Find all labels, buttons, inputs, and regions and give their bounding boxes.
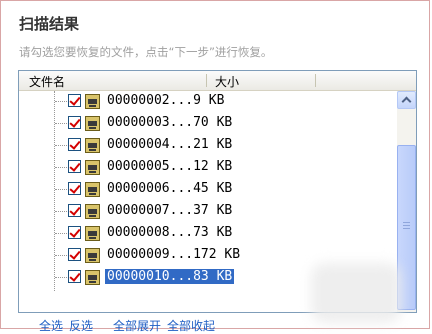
column-divider[interactable] bbox=[206, 74, 207, 87]
tree-guide-line bbox=[55, 233, 69, 234]
file-checkbox[interactable] bbox=[68, 116, 81, 129]
thumb-grip bbox=[403, 225, 410, 226]
file-label[interactable]: 00000007...37 KB bbox=[105, 203, 234, 218]
file-checkbox[interactable] bbox=[68, 270, 81, 283]
file-icon bbox=[85, 204, 100, 219]
file-icon bbox=[85, 138, 100, 153]
file-label[interactable]: 00000003...70 KB bbox=[105, 115, 234, 130]
file-label[interactable]: 00000009...172 KB bbox=[105, 247, 242, 262]
file-icon bbox=[85, 248, 100, 263]
file-icon bbox=[85, 182, 100, 197]
file-label[interactable]: 00000008...73 KB bbox=[105, 225, 234, 240]
tree-guide-line bbox=[55, 277, 69, 278]
tree-file-row[interactable]: 00000008...73 KB bbox=[19, 223, 397, 244]
file-label-selected[interactable]: 00000010...83 KB bbox=[105, 269, 235, 284]
tree-guide-line bbox=[55, 123, 69, 124]
file-icon bbox=[85, 226, 100, 241]
file-checkbox[interactable] bbox=[68, 204, 81, 217]
tree-actions: 全选 反选 全部展开 全部收起 bbox=[39, 317, 221, 334]
tree-file-row[interactable]: 00000004...21 KB bbox=[19, 135, 397, 156]
scan-results-panel: 扫描结果 请勾选您要恢复的文件，点击“下一步”进行恢复。 文件名 大小 0000… bbox=[0, 0, 430, 333]
panel-title: 扫描结果 bbox=[19, 15, 80, 33]
tree-file-row[interactable]: 00000006...45 KB bbox=[19, 179, 397, 200]
file-label[interactable]: 00000005...12 KB bbox=[105, 159, 234, 174]
tree-guide-line bbox=[55, 211, 69, 212]
file-checkbox[interactable] bbox=[68, 182, 81, 195]
column-header-filename[interactable]: 文件名 bbox=[29, 73, 65, 90]
column-divider[interactable] bbox=[315, 74, 316, 87]
tree-file-row[interactable]: 00000003...70 KB bbox=[19, 113, 397, 134]
tree-file-row[interactable]: 00000002...9 KB bbox=[19, 91, 397, 112]
thumb-grip bbox=[403, 228, 410, 229]
tree-guide-line bbox=[55, 255, 69, 256]
blur-overlay bbox=[311, 263, 401, 323]
file-checkbox[interactable] bbox=[68, 248, 81, 261]
file-checkbox[interactable] bbox=[68, 94, 81, 107]
tree-file-row[interactable]: 00000007...37 KB bbox=[19, 201, 397, 222]
file-label[interactable]: 00000004...21 KB bbox=[105, 137, 234, 152]
tree-guide-line bbox=[55, 145, 69, 146]
tree-file-row[interactable]: 00000005...12 KB bbox=[19, 157, 397, 178]
tree-guide-line bbox=[55, 189, 69, 190]
panel-subtitle: 请勾选您要恢复的文件，点击“下一步”进行恢复。 bbox=[19, 45, 273, 59]
file-icon bbox=[85, 270, 100, 285]
file-icon bbox=[85, 94, 100, 109]
file-label[interactable]: 00000002...9 KB bbox=[105, 93, 226, 108]
file-label[interactable]: 00000006...45 KB bbox=[105, 181, 234, 196]
file-icon bbox=[85, 160, 100, 175]
file-checkbox[interactable] bbox=[68, 160, 81, 173]
thumb-grip bbox=[403, 222, 410, 223]
column-header-size[interactable]: 大小 bbox=[215, 73, 239, 90]
file-checkbox[interactable] bbox=[68, 138, 81, 151]
scroll-up-button[interactable] bbox=[397, 91, 416, 109]
tree-header: 文件名 大小 bbox=[19, 71, 416, 91]
tree-guide-line bbox=[55, 167, 69, 168]
file-icon bbox=[85, 116, 100, 131]
file-checkbox[interactable] bbox=[68, 226, 81, 239]
tree-guide-line bbox=[55, 101, 69, 102]
